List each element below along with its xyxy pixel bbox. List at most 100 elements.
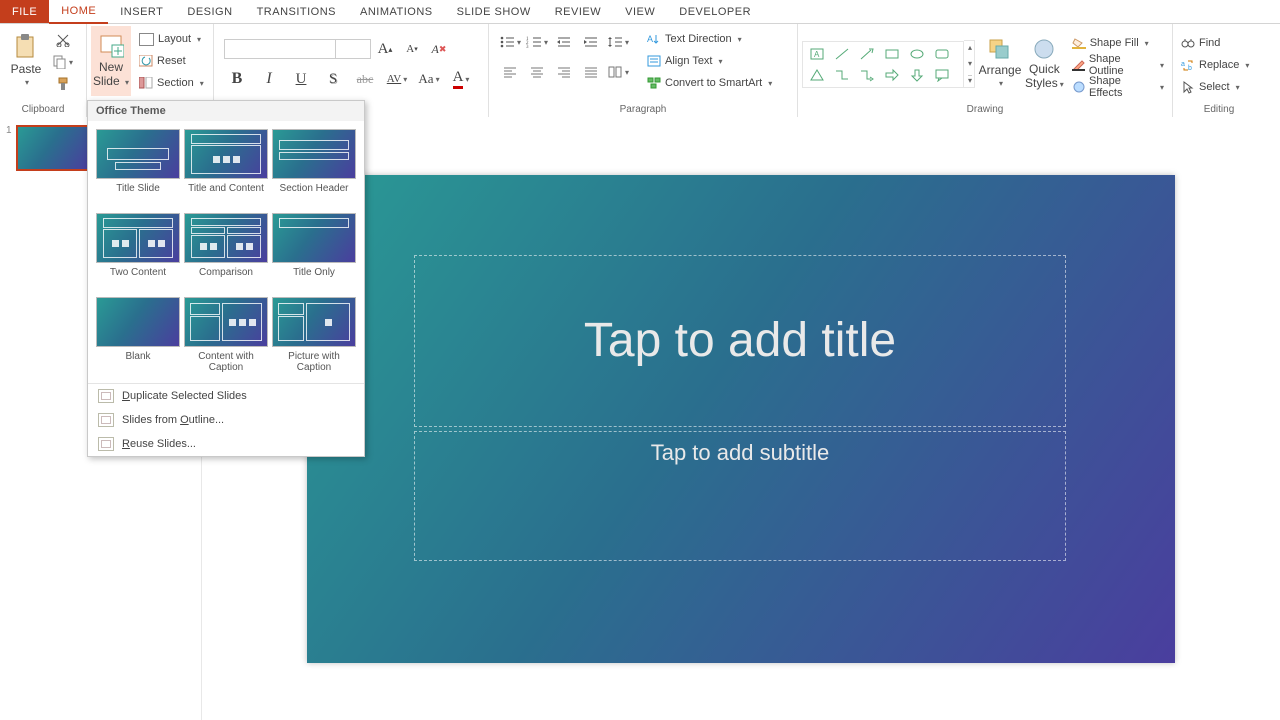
tab-insert[interactable]: INSERT: [108, 0, 175, 23]
slides-from-outline-command[interactable]: Slides from Outline...: [88, 408, 364, 432]
layout-title-slide[interactable]: Title Slide: [96, 129, 180, 207]
shape-effects-button[interactable]: Shape Effects▾: [1068, 76, 1168, 98]
clipboard-group-label: Clipboard: [4, 102, 82, 117]
increase-indent-button[interactable]: [578, 30, 604, 54]
paste-button[interactable]: Paste ▾: [4, 26, 48, 96]
shape-fill-button[interactable]: Shape Fill▾: [1068, 32, 1168, 54]
replace-label: Replace: [1199, 59, 1239, 71]
font-size-combo[interactable]: [336, 39, 371, 59]
shape-right-arrow[interactable]: [880, 65, 904, 85]
columns-button[interactable]: ▾: [605, 60, 631, 84]
tab-review[interactable]: REVIEW: [543, 0, 613, 23]
tab-view[interactable]: VIEW: [613, 0, 667, 23]
bold-button[interactable]: B: [224, 67, 250, 91]
shape-roundrect[interactable]: [930, 44, 954, 64]
shape-oval[interactable]: [905, 44, 929, 64]
section-button[interactable]: Section▾: [135, 72, 208, 94]
underline-button[interactable]: U: [288, 67, 314, 91]
replace-button[interactable]: abReplace▾: [1177, 54, 1253, 76]
format-painter-button[interactable]: [52, 74, 74, 94]
duplicate-slides-command[interactable]: Duplicate Selected Slides: [88, 384, 364, 408]
tab-transitions[interactable]: TRANSITIONS: [245, 0, 348, 23]
slide[interactable]: Tap to add title Tap to add subtitle: [307, 175, 1175, 663]
shapes-more[interactable]: ▾: [968, 75, 972, 85]
shrink-font-button[interactable]: A▾: [399, 37, 425, 61]
font-name-combo[interactable]: [224, 39, 336, 59]
arrange-icon: [988, 38, 1012, 62]
layout-button[interactable]: Layout▾: [135, 28, 208, 50]
layout-blank[interactable]: Blank: [96, 297, 180, 375]
quick-styles-button[interactable]: Quick Styles▾: [1025, 29, 1064, 99]
paste-label: Paste: [11, 63, 42, 75]
shape-line[interactable]: [830, 44, 854, 64]
group-paragraph: ▾ 123▾ ▾ ▾ AText Directio: [489, 24, 798, 117]
font-color-button[interactable]: A▾: [448, 67, 474, 91]
decrease-indent-button[interactable]: [551, 30, 577, 54]
select-button[interactable]: Select▾: [1177, 76, 1244, 98]
copy-button[interactable]: ▾: [52, 52, 74, 72]
arrange-button[interactable]: Arrange▾: [979, 29, 1021, 99]
numbering-button[interactable]: 123▾: [524, 30, 550, 54]
group-clipboard: Paste ▾ ▾ Clipboard: [0, 24, 87, 117]
reset-icon: [139, 55, 153, 67]
effects-icon: [1072, 81, 1085, 93]
select-label: Select: [1199, 81, 1230, 93]
align-left-button[interactable]: [497, 60, 523, 84]
change-case-button[interactable]: Aa▾: [416, 67, 442, 91]
shape-rect[interactable]: [880, 44, 904, 64]
shapes-scroll-down[interactable]: ▾: [968, 59, 972, 68]
shape-elbow[interactable]: [830, 65, 854, 85]
shape-triangle[interactable]: [805, 65, 829, 85]
new-slide-button[interactable]: New Slide ▾: [91, 26, 131, 96]
slide-thumbnail-1[interactable]: [16, 125, 90, 171]
align-center-button[interactable]: [524, 60, 550, 84]
subtitle-placeholder[interactable]: Tap to add subtitle: [414, 431, 1066, 561]
ribbon-tabbar: FILE HOME INSERT DESIGN TRANSITIONS ANIM…: [0, 0, 1280, 24]
cut-button[interactable]: [52, 30, 74, 50]
shape-arrowline[interactable]: [855, 44, 879, 64]
strikethrough-button[interactable]: abc: [352, 67, 378, 91]
convert-smartart-button[interactable]: Convert to SmartArt▾: [643, 72, 776, 94]
tab-home[interactable]: HOME: [49, 0, 108, 24]
title-placeholder[interactable]: Tap to add title: [414, 255, 1066, 427]
layout-content-with-caption[interactable]: Content with Caption: [184, 297, 268, 375]
line-spacing-button[interactable]: ▾: [605, 30, 631, 54]
layout-comparison[interactable]: Comparison: [184, 213, 268, 291]
layout-picture-with-caption[interactable]: Picture with Caption: [272, 297, 356, 375]
tab-design[interactable]: DESIGN: [175, 0, 244, 23]
justify-button[interactable]: [578, 60, 604, 84]
layout-title-and-content[interactable]: Title and Content: [184, 129, 268, 207]
reset-button[interactable]: Reset: [135, 50, 208, 72]
shapes-gallery[interactable]: A: [802, 41, 964, 88]
layout-section-header[interactable]: Section Header: [272, 129, 356, 207]
tab-slideshow[interactable]: SLIDE SHOW: [445, 0, 543, 23]
find-button[interactable]: Find: [1177, 32, 1224, 54]
layout-gallery: Title Slide Title and Content Section He…: [88, 121, 364, 383]
effects-label: Shape Effects: [1089, 75, 1154, 99]
clear-formatting-button[interactable]: A✖: [426, 37, 452, 61]
new-slide-label2: Slide ▾: [93, 75, 129, 89]
shape-callout[interactable]: [930, 65, 954, 85]
align-right-button[interactable]: [551, 60, 577, 84]
copy-icon: [53, 55, 67, 69]
grow-font-button[interactable]: A▴: [372, 37, 398, 61]
text-direction-button[interactable]: AText Direction▾: [643, 28, 776, 50]
align-text-button[interactable]: Align Text▾: [643, 50, 776, 72]
reuse-slides-command[interactable]: Reuse Slides...: [88, 432, 364, 456]
shape-outline-button[interactable]: Shape Outline▾: [1068, 54, 1168, 76]
char-spacing-button[interactable]: AV▾: [384, 67, 410, 91]
tab-developer[interactable]: DEVELOPER: [667, 0, 763, 23]
bullets-icon: [499, 35, 515, 49]
find-label: Find: [1199, 37, 1220, 49]
tab-file[interactable]: FILE: [0, 0, 49, 23]
shape-down-arrow[interactable]: [905, 65, 929, 85]
layout-two-content[interactable]: Two Content: [96, 213, 180, 291]
shapes-scroll-up[interactable]: ▴: [968, 43, 972, 52]
shadow-button[interactable]: S: [320, 67, 346, 91]
tab-animations[interactable]: ANIMATIONS: [348, 0, 445, 23]
shape-elbow-arrow[interactable]: [855, 65, 879, 85]
italic-button[interactable]: I: [256, 67, 282, 91]
bullets-button[interactable]: ▾: [497, 30, 523, 54]
layout-title-only[interactable]: Title Only: [272, 213, 356, 291]
shape-textbox[interactable]: A: [805, 44, 829, 64]
